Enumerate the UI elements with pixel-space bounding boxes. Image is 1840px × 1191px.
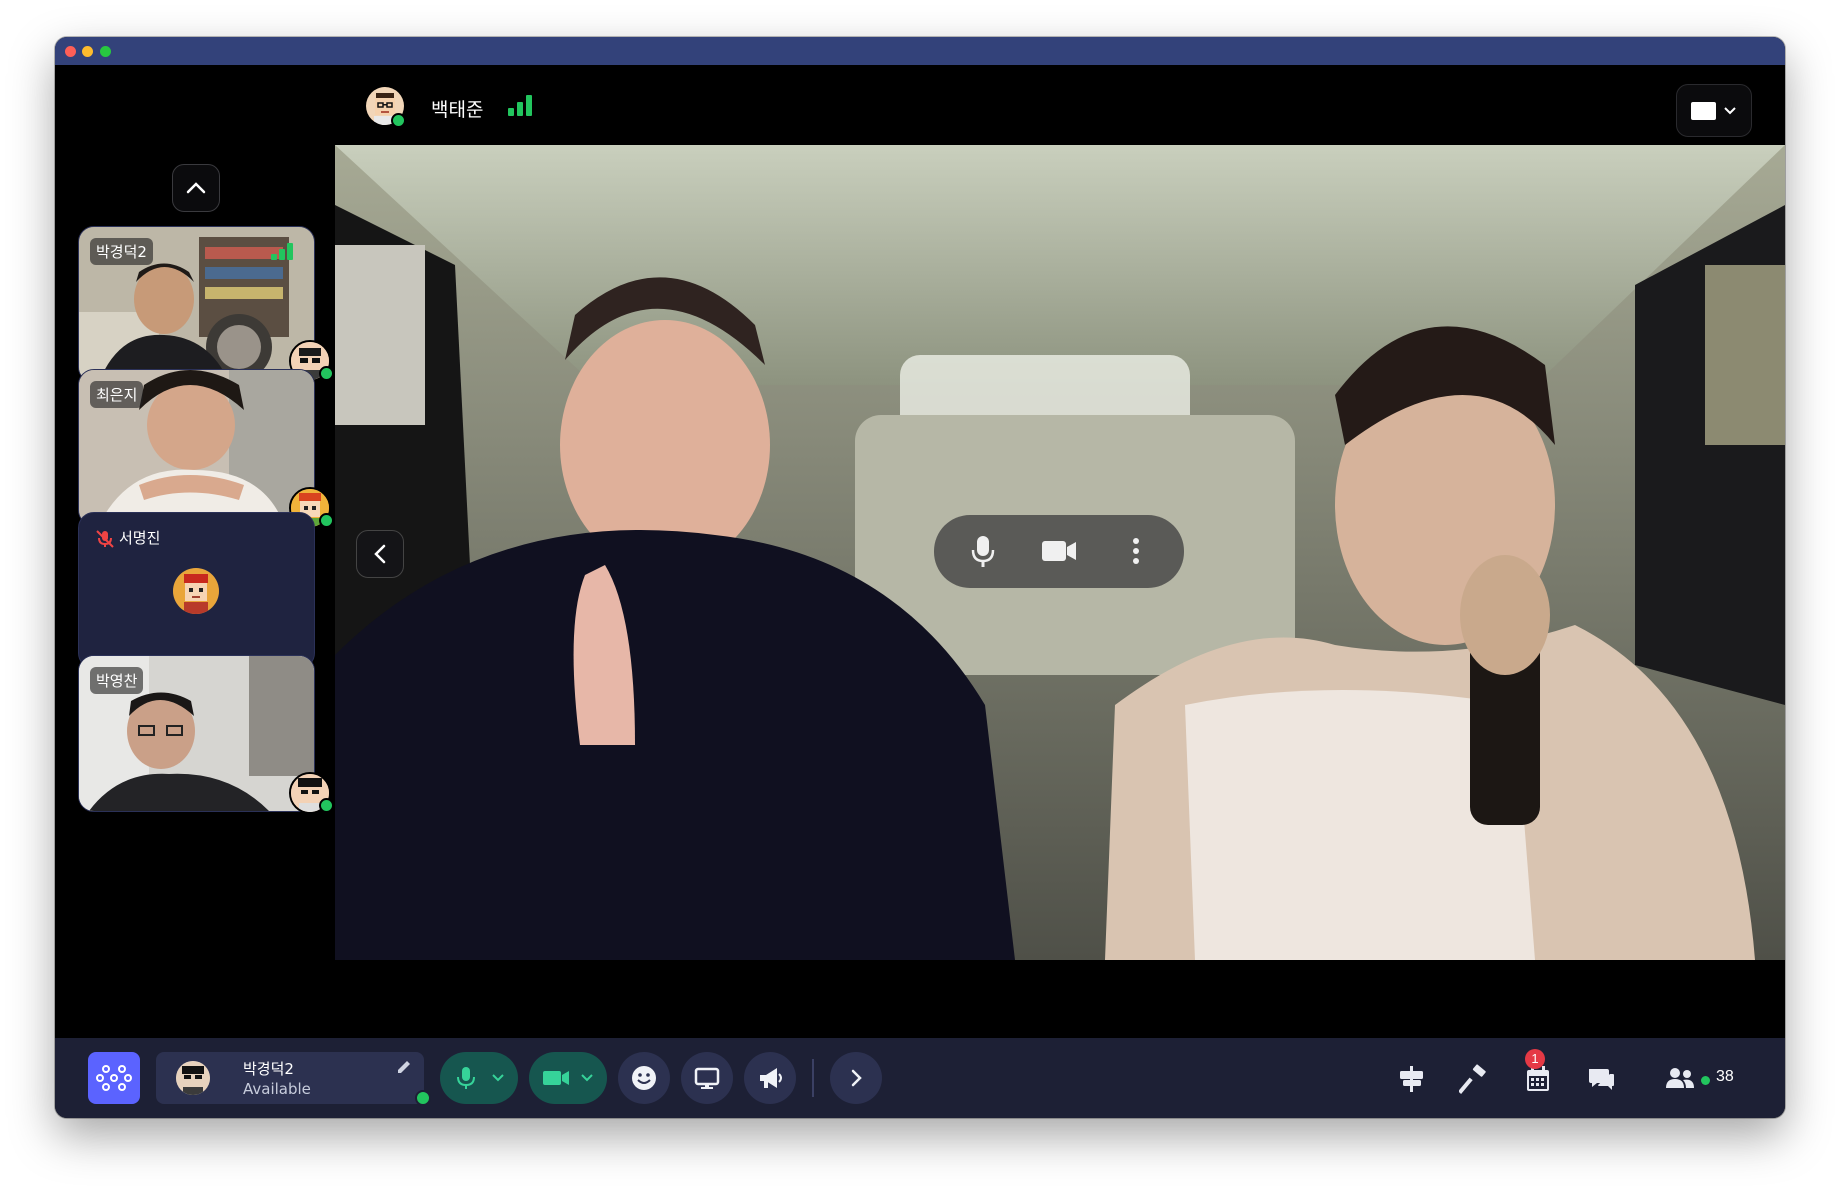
user-avatar: [176, 1061, 210, 1095]
pencil-icon[interactable]: [394, 1058, 414, 1078]
current-user-card[interactable]: 박경덕2 Available: [156, 1052, 431, 1106]
participant-name: 서명진: [119, 529, 161, 547]
expand-toolbar-button[interactable]: [830, 1052, 882, 1104]
app-logo-icon: [96, 1065, 132, 1091]
chevron-up-icon: [186, 182, 206, 194]
megaphone-icon: [760, 1068, 782, 1088]
participant-tile[interactable]: 박경덕2: [78, 226, 315, 383]
participant-name: 최은지: [90, 381, 144, 408]
bottom-toolbar: 박경덕2 Available 1 38: [55, 1038, 1785, 1118]
hammer-icon[interactable]: [1459, 1063, 1491, 1095]
title-bar: [55, 37, 1785, 65]
chevron-down-icon[interactable]: [490, 1070, 506, 1086]
speaker-presence-dot: [391, 113, 406, 128]
smiley-icon: [632, 1066, 656, 1090]
chevron-right-icon: [851, 1069, 862, 1087]
maximize-window-button[interactable]: [100, 46, 111, 57]
reaction-button[interactable]: [618, 1052, 670, 1104]
participant-name: 박경덕2: [90, 238, 153, 265]
screen-layout-icon: [1691, 102, 1716, 120]
chevron-down-icon[interactable]: [579, 1070, 595, 1086]
chat-icon[interactable]: [1585, 1063, 1617, 1095]
layout-select-button[interactable]: [1676, 84, 1752, 137]
collapse-sidebar-button[interactable]: [356, 530, 404, 578]
chevron-left-icon: [374, 544, 386, 564]
mic-muted-icon: [96, 529, 114, 548]
monitor-icon: [694, 1067, 720, 1089]
presence-dot: [319, 513, 334, 528]
presence-dot: [319, 366, 334, 381]
microphone-icon[interactable]: [964, 532, 1002, 570]
screen-share-button[interactable]: [681, 1052, 733, 1104]
camera-toggle[interactable]: [529, 1052, 607, 1104]
microphone-toggle[interactable]: [440, 1052, 518, 1104]
chevron-down-icon: [1724, 107, 1736, 115]
participants-icon[interactable]: [1663, 1063, 1697, 1095]
user-presence-dot: [415, 1090, 431, 1106]
signpost-icon[interactable]: [1395, 1063, 1427, 1095]
participant-tile[interactable]: 박영찬: [78, 655, 315, 812]
participant-avatar: [173, 568, 219, 614]
presence-dot: [319, 798, 334, 813]
participant-label: 서명진: [90, 524, 164, 552]
close-window-button[interactable]: [65, 46, 76, 57]
signal-bars-icon: [508, 94, 534, 116]
camera-icon: [543, 1071, 569, 1085]
app-window: 백태준 박경덕2 최은지 서명진 박영찬 박경덕2 Available 1 38: [55, 37, 1785, 1118]
participant-tile[interactable]: 최은지: [78, 369, 315, 526]
user-name: 박경덕2: [243, 1060, 294, 1078]
speaker-name: 백태준: [431, 99, 484, 121]
online-indicator-dot: [1701, 1076, 1710, 1085]
participant-tile[interactable]: 서명진: [78, 512, 315, 669]
toolbar-divider: [812, 1059, 814, 1097]
app-menu-button[interactable]: [88, 1052, 140, 1104]
scroll-up-button[interactable]: [172, 164, 220, 212]
minimize-window-button[interactable]: [82, 46, 93, 57]
participant-count: 38: [1716, 1068, 1734, 1085]
camera-icon[interactable]: [1040, 532, 1078, 570]
microphone-icon: [457, 1067, 475, 1089]
user-status: Available: [243, 1080, 311, 1098]
signal-bars-icon: [271, 238, 297, 260]
participant-name: 박영찬: [90, 667, 144, 694]
more-vertical-icon[interactable]: [1126, 532, 1146, 570]
chat-unread-badge: 1: [1525, 1049, 1545, 1069]
video-overlay-controls: [934, 515, 1184, 588]
announce-button[interactable]: [744, 1052, 796, 1104]
